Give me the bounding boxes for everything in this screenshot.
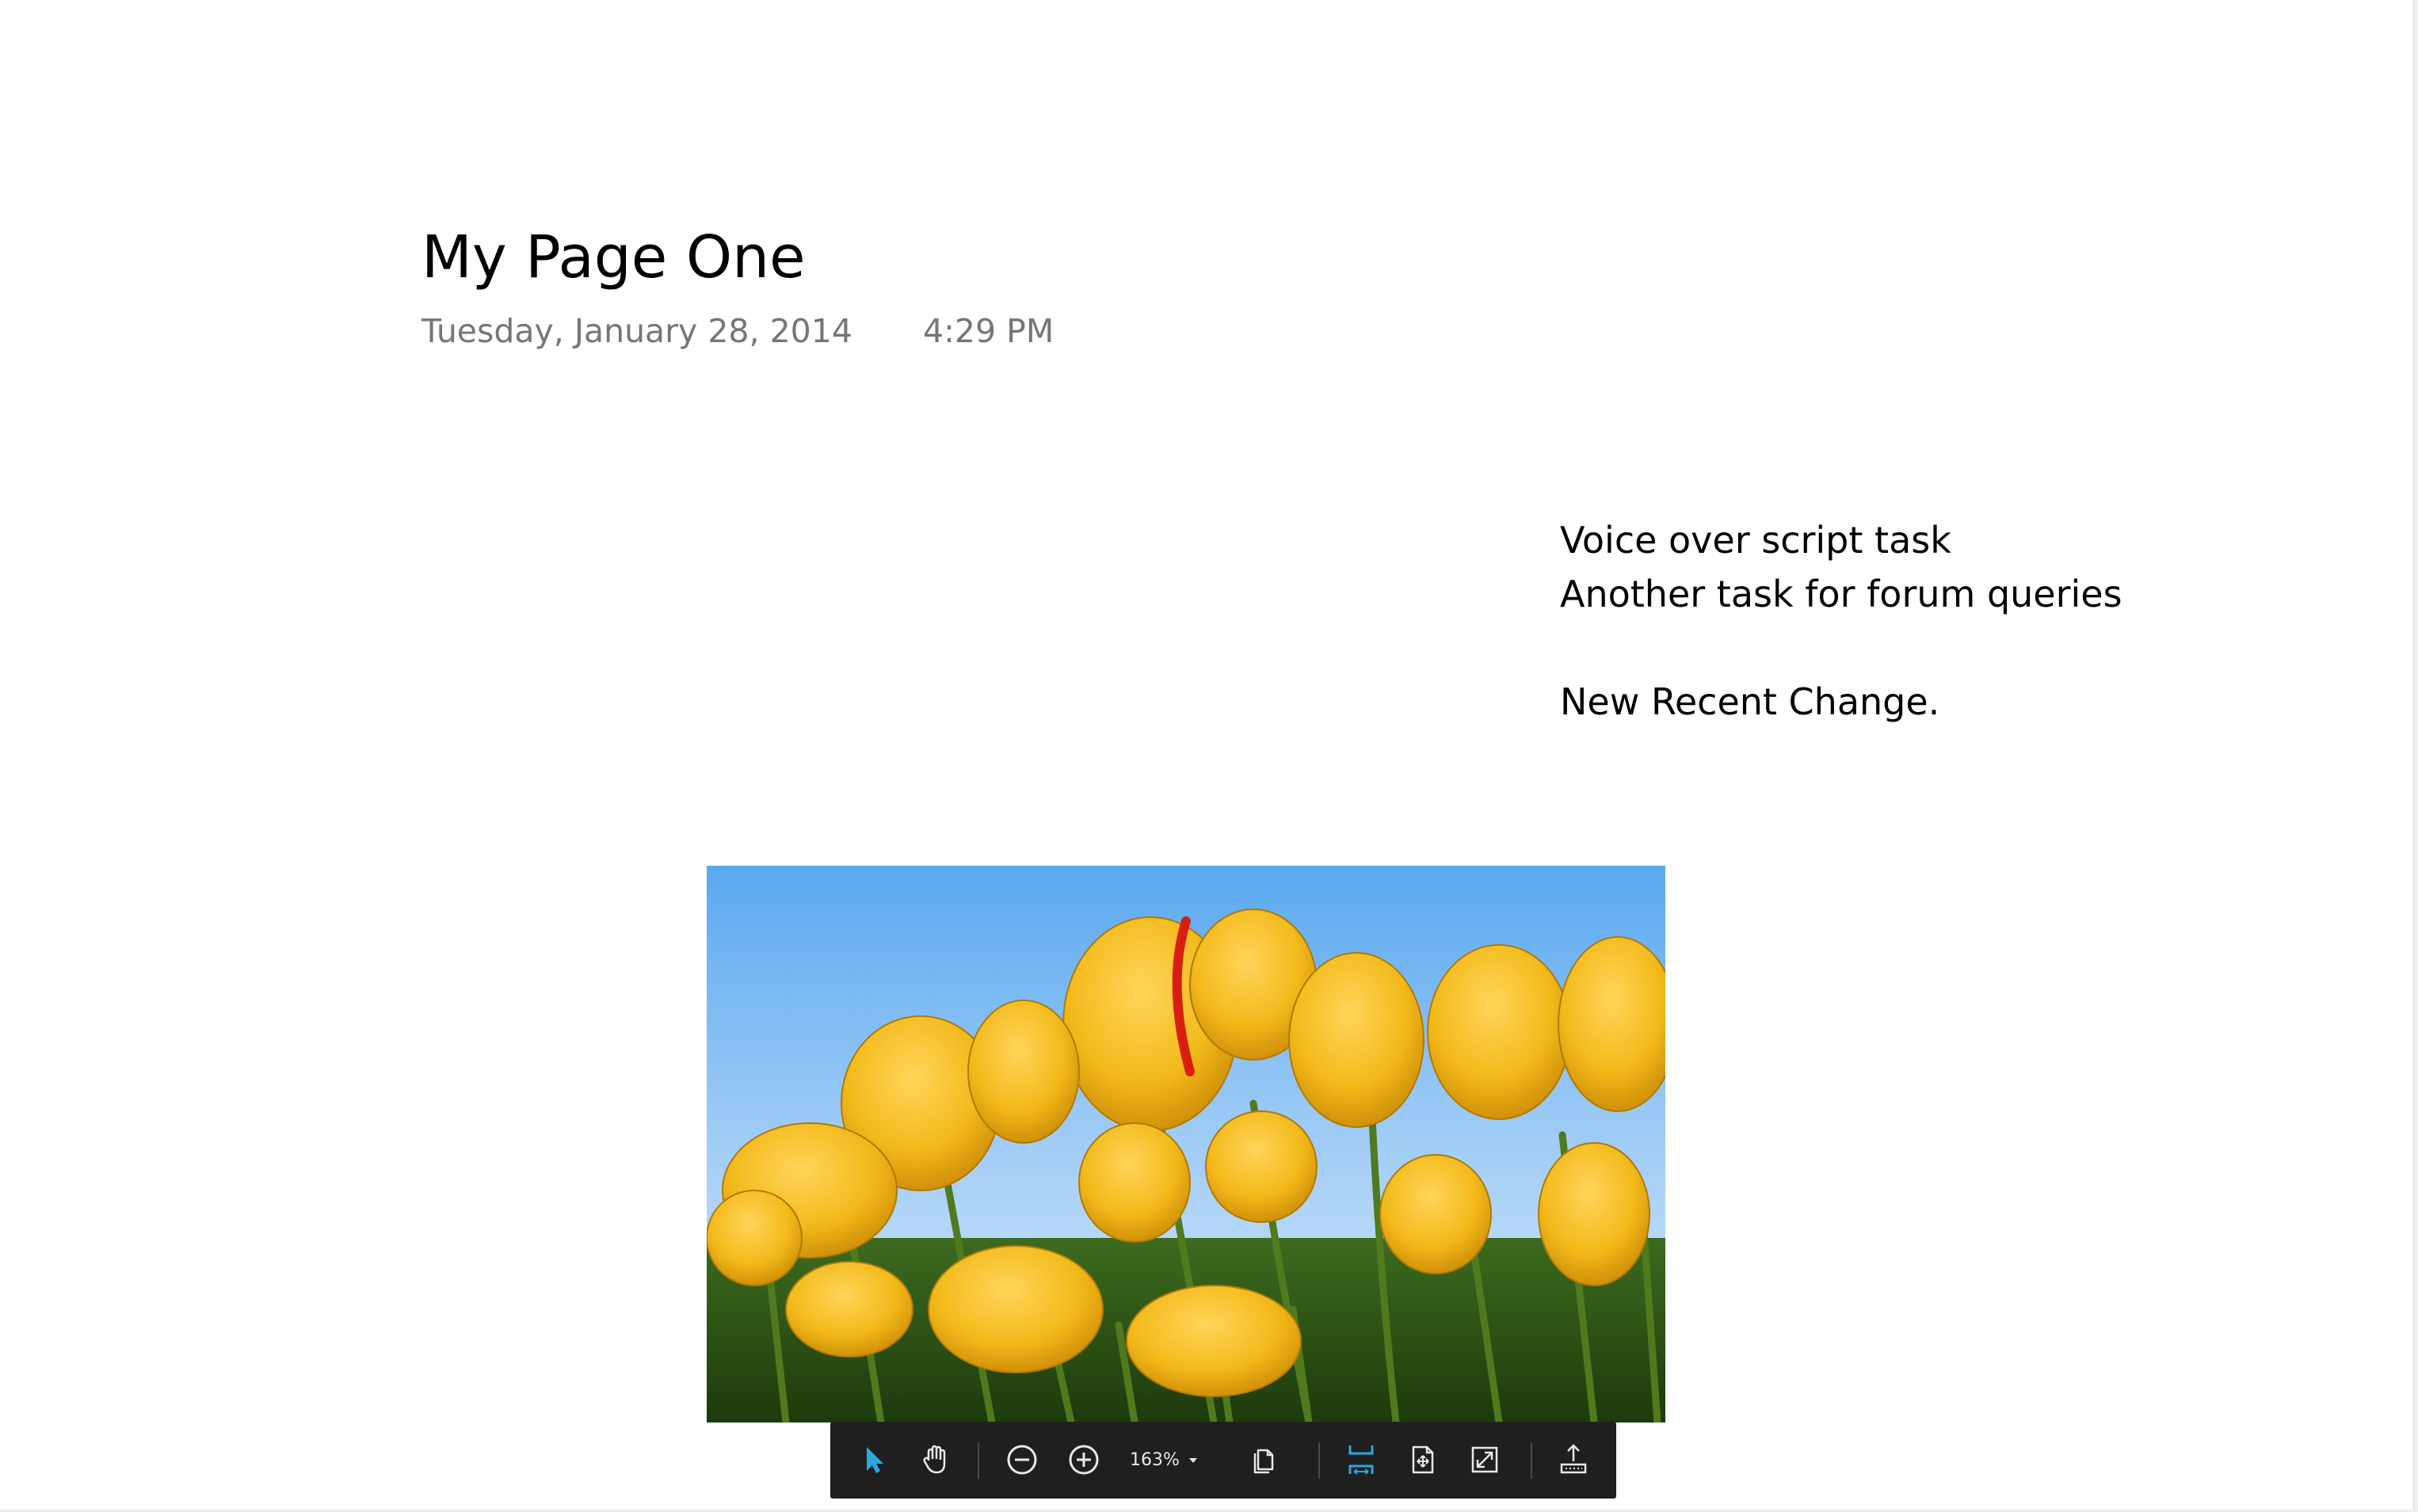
hand-pan-button[interactable] [910, 1433, 963, 1487]
select-arrow-icon [867, 1447, 883, 1473]
note-line-forum-queries[interactable]: Another task for forum queries [1560, 567, 2122, 621]
zoom-level-dropdown[interactable]: 163% [1117, 1433, 1220, 1487]
chevron-down-icon [1189, 1458, 1197, 1463]
fullscreen-icon [1471, 1446, 1498, 1473]
zoom-in-icon [1069, 1445, 1099, 1475]
onenote-page: My Page One Tuesday, January 28, 2014 4:… [0, 0, 2418, 1512]
tulip-image[interactable] [707, 866, 1665, 1422]
note-container[interactable]: Voice over script task Another task for … [1560, 513, 2122, 729]
page-date: Tuesday, January 28, 2014 [421, 312, 852, 350]
note-blank-line [1560, 621, 2122, 675]
fit-page-icon [1412, 1445, 1434, 1474]
toolbar-separator [1318, 1442, 1320, 1479]
hand-pan-icon [923, 1445, 946, 1474]
zoom-out-button[interactable] [995, 1433, 1049, 1487]
vertical-scrollbar[interactable] [2413, 0, 2418, 1512]
fullscreen-button[interactable] [1458, 1433, 1512, 1487]
toolbar-separator [1531, 1442, 1532, 1479]
image-viewer-toolbar: 163% [830, 1422, 1616, 1499]
select-arrow-button[interactable] [848, 1433, 902, 1487]
fit-width-icon [1348, 1445, 1374, 1475]
page-title[interactable]: My Page One [421, 228, 806, 287]
export-button[interactable] [1547, 1433, 1600, 1487]
zoom-out-icon [1007, 1445, 1037, 1475]
note-line-voice-over[interactable]: Voice over script task [1560, 513, 2122, 567]
page-time: 4:29 PM [923, 312, 1055, 350]
zoom-in-button[interactable] [1057, 1433, 1111, 1487]
fit-page-button[interactable] [1396, 1433, 1450, 1487]
note-line-recent-change[interactable]: New Recent Change. [1560, 675, 2122, 729]
fit-width-button[interactable] [1334, 1433, 1388, 1487]
page-view-icon [1253, 1449, 1274, 1474]
toolbar-separator [978, 1442, 979, 1479]
page-view-button[interactable] [1238, 1433, 1291, 1487]
zoom-level-value: 163% [1130, 1449, 1180, 1470]
export-icon [1560, 1444, 1587, 1474]
tulip-photo-graphic [707, 866, 1665, 1422]
